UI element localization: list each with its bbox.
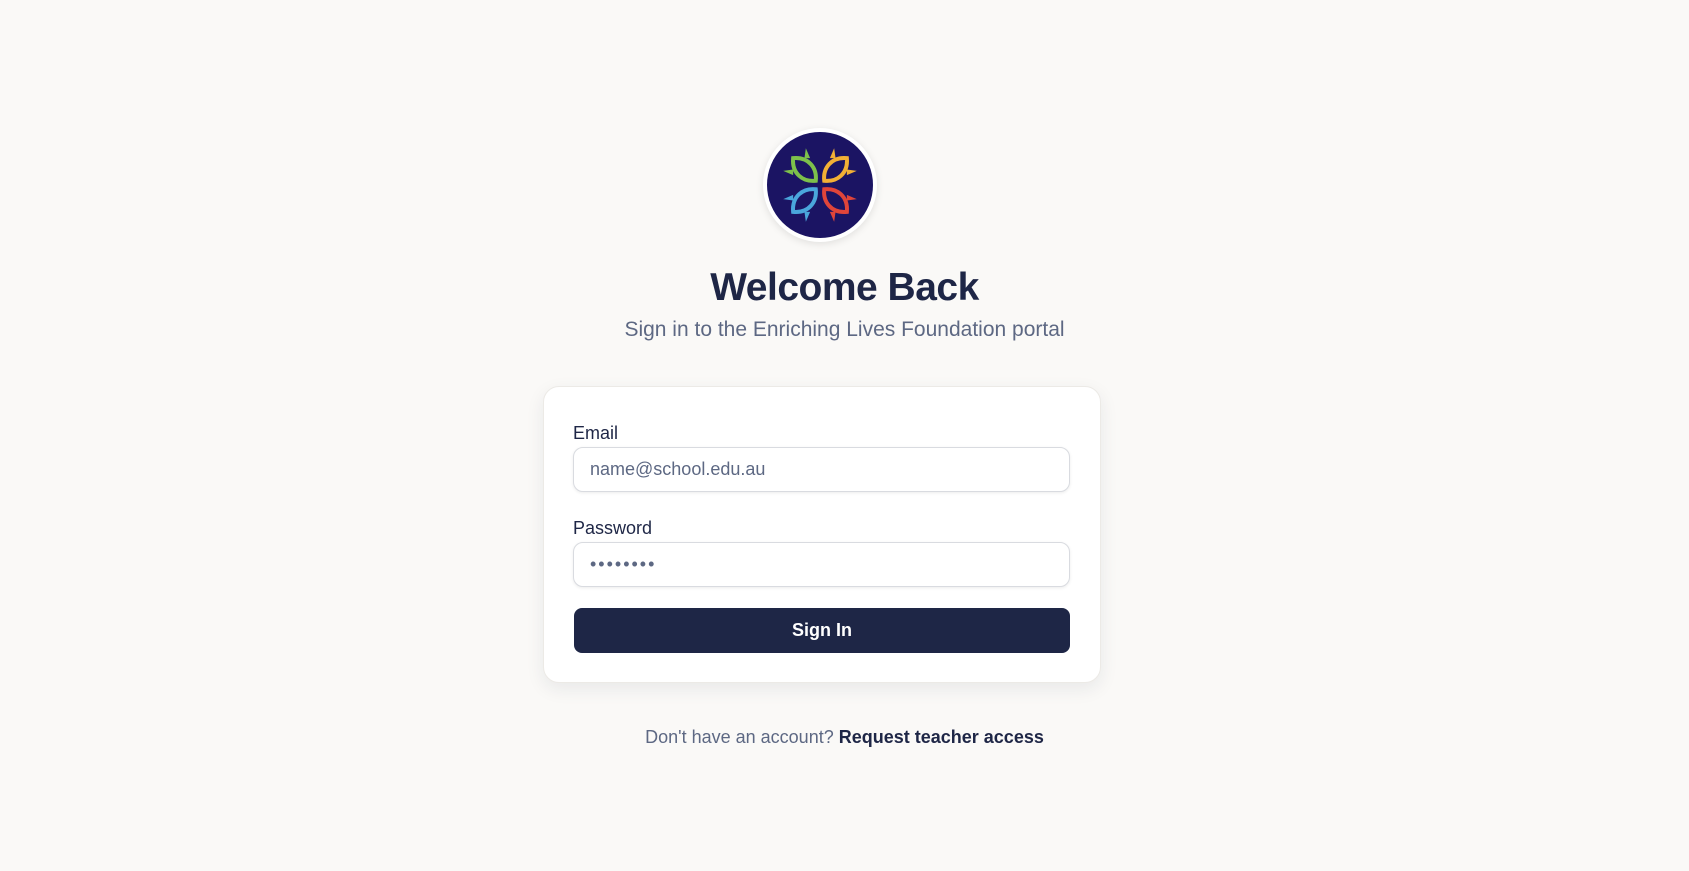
sign-in-form: Email Password Sign In — [543, 386, 1101, 683]
password-field[interactable] — [573, 542, 1070, 587]
email-label: Email — [573, 423, 619, 443]
page-title: Welcome Back — [710, 266, 979, 309]
sign-in-button[interactable]: Sign In — [574, 608, 1070, 653]
page-subtitle: Sign in to the Enriching Lives Foundatio… — [624, 318, 1065, 341]
flower-logo-icon — [767, 132, 873, 238]
email-field[interactable] — [573, 447, 1070, 492]
request-access-link[interactable]: Request teacher access — [839, 727, 1044, 747]
logo — [763, 128, 877, 242]
signup-prompt-text: Don't have an account? — [645, 727, 834, 747]
signup-prompt: Don't have an account? Request teacher a… — [0, 724, 1689, 750]
login-page: Welcome Back Sign in to the Enriching Li… — [0, 0, 1689, 871]
password-label: Password — [573, 518, 653, 538]
